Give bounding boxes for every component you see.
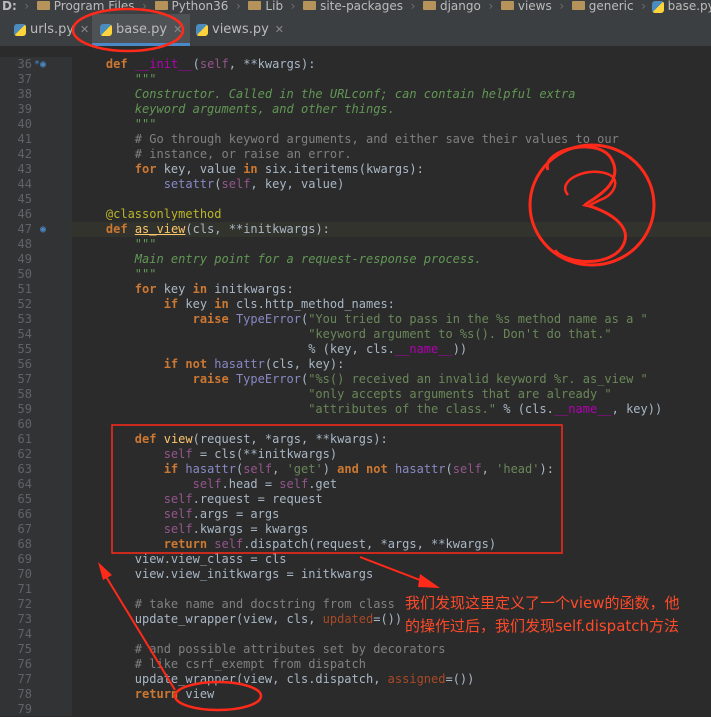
annotation-mark-drawing (545, 145, 627, 264)
arrow-head (418, 574, 440, 588)
arrow-line (359, 556, 421, 581)
annotation-line: 的操作过后，我们发现self.dispatch方法 (405, 617, 680, 635)
annotation-note: 我们发现这里定义了一个view的函数，他 的操作过后，我们发现self.disp… (405, 592, 680, 638)
return-view-circle (173, 680, 263, 712)
view-function-box (111, 424, 563, 554)
arrow-head (98, 562, 112, 580)
annotation-line: 我们发现这里定义了一个view的函数，他 (405, 594, 680, 612)
tab-highlight-circle (71, 7, 185, 53)
arrow-line (101, 569, 176, 691)
